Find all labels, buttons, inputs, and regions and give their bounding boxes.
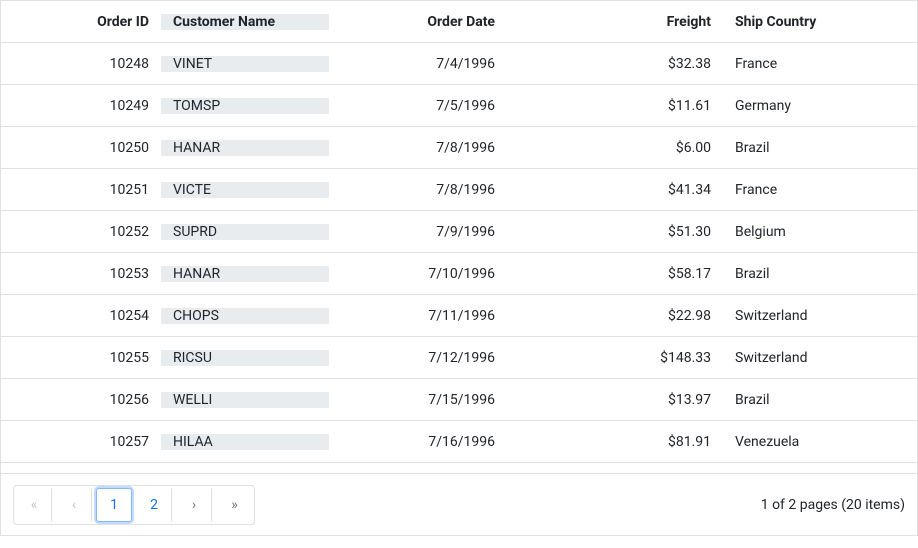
table-row[interactable]: 10255 RICSU 7/12/1996 $148.33 Switzerlan… bbox=[1, 337, 917, 379]
column-header-order-id[interactable]: Order ID bbox=[1, 14, 161, 30]
cell-freight: $81.91 bbox=[507, 434, 723, 450]
cell-order-id: 10256 bbox=[1, 392, 161, 408]
cell-customer-name: CHOPS bbox=[161, 308, 329, 324]
cell-customer-name: SUPRD bbox=[161, 224, 329, 240]
cell-freight: $32.38 bbox=[507, 56, 723, 72]
table-row[interactable]: 10257 HILAA 7/16/1996 $81.91 Venezuela bbox=[1, 421, 917, 463]
cell-ship-country: France bbox=[723, 56, 883, 72]
chevrons-left-icon: « bbox=[31, 497, 38, 513]
cell-order-id: 10254 bbox=[1, 308, 161, 324]
grid-body: 10248 VINET 7/4/1996 $32.38 France 10249… bbox=[1, 43, 917, 473]
table-row[interactable]: 10250 HANAR 7/8/1996 $6.00 Brazil bbox=[1, 127, 917, 169]
chevron-left-icon: ‹ bbox=[72, 497, 76, 513]
cell-order-id: 10257 bbox=[1, 434, 161, 450]
cell-customer-name: HILAA bbox=[161, 434, 329, 450]
cell-ship-country: Belgium bbox=[723, 224, 883, 240]
table-row[interactable]: 10256 WELLI 7/15/1996 $13.97 Brazil bbox=[1, 379, 917, 421]
cell-order-id: 10252 bbox=[1, 224, 161, 240]
cell-order-date: 7/9/1996 bbox=[329, 224, 507, 240]
table-row[interactable]: 10254 CHOPS 7/11/1996 $22.98 Switzerland bbox=[1, 295, 917, 337]
pager-page-2[interactable]: 2 bbox=[136, 488, 172, 522]
pager-page-1[interactable]: 1 bbox=[96, 488, 132, 522]
cell-ship-country: Switzerland bbox=[723, 350, 883, 366]
pager-next-button[interactable]: › bbox=[176, 488, 212, 522]
cell-order-date: 7/8/1996 bbox=[329, 182, 507, 198]
cell-freight: $11.61 bbox=[507, 98, 723, 114]
cell-ship-country: France bbox=[723, 182, 883, 198]
cell-customer-name: VICTE bbox=[161, 182, 329, 198]
cell-freight: $148.33 bbox=[507, 350, 723, 366]
cell-ship-country: Brazil bbox=[723, 392, 883, 408]
cell-order-date: 7/4/1996 bbox=[329, 56, 507, 72]
cell-customer-name: VINET bbox=[161, 56, 329, 72]
table-row[interactable]: 10251 VICTE 7/8/1996 $41.34 France bbox=[1, 169, 917, 211]
cell-ship-country: Venezuela bbox=[723, 434, 883, 450]
cell-order-date: 7/16/1996 bbox=[329, 434, 507, 450]
table-row[interactable]: 10252 SUPRD 7/9/1996 $51.30 Belgium bbox=[1, 211, 917, 253]
pager: « ‹ 1 2 › » 1 of 2 pages (20 items) bbox=[1, 473, 917, 535]
cell-freight: $58.17 bbox=[507, 266, 723, 282]
cell-customer-name: HANAR bbox=[161, 266, 329, 282]
cell-order-date: 7/5/1996 bbox=[329, 98, 507, 114]
cell-order-date: 7/10/1996 bbox=[329, 266, 507, 282]
cell-order-date: 7/11/1996 bbox=[329, 308, 507, 324]
pager-first-button[interactable]: « bbox=[16, 488, 52, 522]
chevrons-right-icon: » bbox=[231, 497, 238, 513]
column-header-customer-name[interactable]: Customer Name bbox=[161, 14, 329, 30]
cell-freight: $22.98 bbox=[507, 308, 723, 324]
cell-ship-country: Switzerland bbox=[723, 308, 883, 324]
pager-prev-button[interactable]: ‹ bbox=[56, 488, 92, 522]
cell-customer-name: HANAR bbox=[161, 140, 329, 156]
cell-freight: $6.00 bbox=[507, 140, 723, 156]
cell-ship-country: Germany bbox=[723, 98, 883, 114]
table-row[interactable]: 10253 HANAR 7/10/1996 $58.17 Brazil bbox=[1, 253, 917, 295]
cell-order-id: 10255 bbox=[1, 350, 161, 366]
cell-customer-name: TOMSP bbox=[161, 98, 329, 114]
pager-last-button[interactable]: » bbox=[216, 488, 252, 522]
cell-customer-name: WELLI bbox=[161, 392, 329, 408]
cell-ship-country: Brazil bbox=[723, 140, 883, 156]
column-header-order-date[interactable]: Order Date bbox=[329, 14, 507, 30]
grid-scroll-area[interactable]: 10248 VINET 7/4/1996 $32.38 France 10249… bbox=[1, 43, 917, 473]
chevron-right-icon: › bbox=[192, 497, 196, 513]
column-header-freight[interactable]: Freight bbox=[507, 14, 723, 30]
table-row[interactable]: 10249 TOMSP 7/5/1996 $11.61 Germany bbox=[1, 85, 917, 127]
data-grid: Order ID Customer Name Order Date Freigh… bbox=[0, 0, 918, 536]
cell-order-id: 10251 bbox=[1, 182, 161, 198]
cell-order-id: 10253 bbox=[1, 266, 161, 282]
table-row[interactable]: 10248 VINET 7/4/1996 $32.38 France bbox=[1, 43, 917, 85]
cell-order-date: 7/15/1996 bbox=[329, 392, 507, 408]
cell-order-date: 7/8/1996 bbox=[329, 140, 507, 156]
column-header-row: Order ID Customer Name Order Date Freigh… bbox=[1, 1, 917, 43]
cell-order-date: 7/12/1996 bbox=[329, 350, 507, 366]
cell-freight: $51.30 bbox=[507, 224, 723, 240]
cell-customer-name: RICSU bbox=[161, 350, 329, 366]
cell-order-id: 10250 bbox=[1, 140, 161, 156]
cell-freight: $41.34 bbox=[507, 182, 723, 198]
pager-info-label: 1 of 2 pages (20 items) bbox=[761, 497, 905, 513]
pager-buttons: « ‹ 1 2 › » bbox=[13, 485, 255, 525]
column-header-ship-country[interactable]: Ship Country bbox=[723, 14, 883, 30]
cell-order-id: 10248 bbox=[1, 56, 161, 72]
cell-freight: $13.97 bbox=[507, 392, 723, 408]
cell-ship-country: Brazil bbox=[723, 266, 883, 282]
cell-order-id: 10249 bbox=[1, 98, 161, 114]
grid-rows: 10248 VINET 7/4/1996 $32.38 France 10249… bbox=[1, 43, 917, 473]
